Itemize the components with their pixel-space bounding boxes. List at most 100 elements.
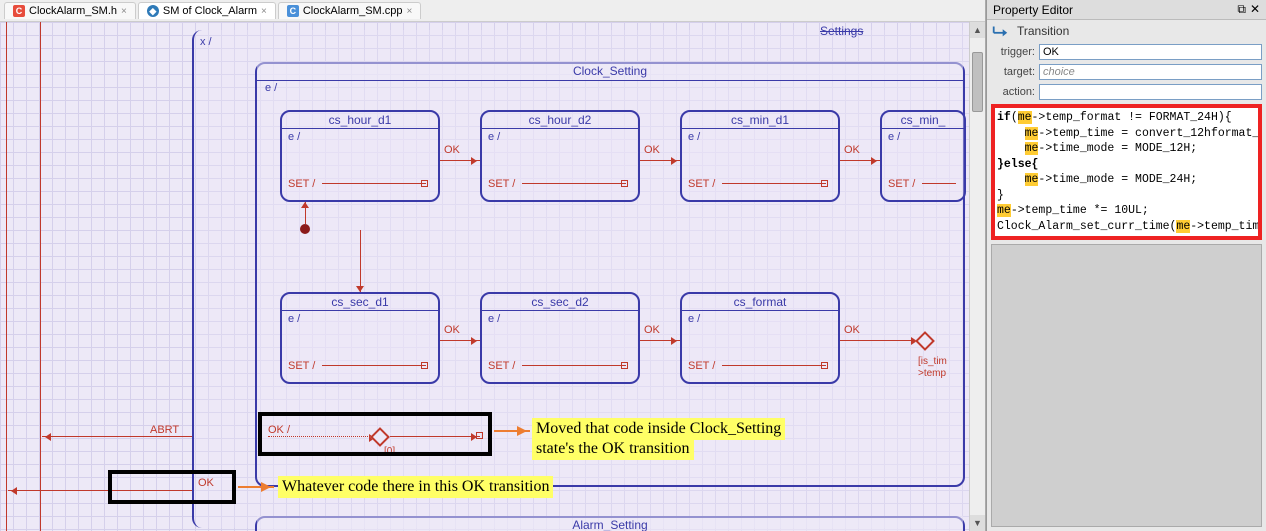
- scroll-up-icon[interactable]: ▲: [970, 22, 985, 38]
- action-label: action:: [991, 86, 1035, 98]
- ok-label: OK: [444, 324, 460, 336]
- set-transition: SET /: [888, 178, 915, 190]
- kind-label: Transition: [1013, 22, 1073, 40]
- entry-label: e /: [482, 311, 638, 327]
- diagram-canvas[interactable]: x / Settings Clock_Setting e / cs_hour_d…: [0, 22, 985, 531]
- state-cs-min-partial[interactable]: cs_min_ e / SET /: [880, 110, 966, 202]
- close-icon[interactable]: ×: [407, 6, 413, 17]
- ok-label: OK: [444, 144, 460, 156]
- cpp-icon: C: [287, 5, 299, 17]
- state-cs-sec-d2[interactable]: cs_sec_d2 e / SET /: [480, 292, 640, 384]
- entry-label: e /: [682, 129, 838, 145]
- transition-icon: [991, 24, 1009, 38]
- entry-label: e /: [482, 129, 638, 145]
- scroll-thumb[interactable]: [972, 52, 983, 112]
- trigger-label: trigger:: [991, 46, 1035, 58]
- c-header-icon: C: [13, 5, 25, 17]
- scroll-down-icon[interactable]: ▼: [970, 515, 985, 531]
- transition-ok[interactable]: [440, 340, 480, 341]
- state-name: cs_min_d1: [682, 112, 838, 129]
- action-row: action:: [987, 82, 1266, 102]
- transition-line: [40, 22, 41, 531]
- state-cs-hour-d1[interactable]: cs_hour_d1 e / SET /: [280, 110, 440, 202]
- target-row: target:: [987, 62, 1266, 82]
- initial-pseudostate[interactable]: [300, 224, 310, 234]
- set-transition: SET /: [488, 360, 515, 372]
- arrowhead-icon: [301, 198, 309, 208]
- kind-row: Transition: [987, 20, 1266, 42]
- annotation-text: state's the OK transition: [532, 438, 694, 460]
- sm-icon: ◆: [147, 5, 159, 17]
- transition-ok[interactable]: [840, 340, 920, 341]
- pin-icon[interactable]: ⧉: [1237, 2, 1246, 17]
- tab-label: ClockAlarm_SM.cpp: [303, 5, 403, 17]
- state-name: cs_sec_d2: [482, 294, 638, 311]
- annotation-box-ok-outer: [108, 470, 236, 504]
- state-title: Clock_Setting: [257, 62, 963, 81]
- set-transition: SET /: [688, 178, 715, 190]
- transition-line: [360, 230, 361, 292]
- transition-ok[interactable]: [440, 160, 480, 161]
- state-cs-min-d1[interactable]: cs_min_d1 e / SET /: [680, 110, 840, 202]
- state-cs-sec-d1[interactable]: cs_sec_d1 e / SET /: [280, 292, 440, 384]
- close-icon[interactable]: ✕: [1250, 2, 1260, 17]
- guard-label: [is_tim: [918, 356, 947, 367]
- transition-abrt[interactable]: [42, 436, 192, 437]
- state-name: cs_sec_d1: [282, 294, 438, 311]
- transition-ok[interactable]: [640, 160, 680, 161]
- state-name: cs_hour_d1: [282, 112, 438, 129]
- annotation-box-ok-inside: [258, 412, 492, 456]
- action-code-box[interactable]: if(me->temp_format != FORMAT_24H){ me->t…: [991, 104, 1262, 240]
- state-name: cs_min_: [882, 112, 964, 129]
- trigger-input[interactable]: [1039, 44, 1262, 60]
- entry-label: e /: [882, 129, 964, 145]
- arrowhead-icon: [356, 286, 364, 296]
- close-icon[interactable]: ×: [121, 6, 127, 17]
- panel-header: Property Editor ⧉ ✕: [987, 0, 1266, 20]
- ok-label: OK: [644, 144, 660, 156]
- ok-label: OK: [844, 144, 860, 156]
- trigger-row: trigger:: [987, 42, 1266, 62]
- state-cs-format[interactable]: cs_format e / SET /: [680, 292, 840, 384]
- entry-label: e /: [282, 311, 438, 327]
- target-label: target:: [991, 66, 1035, 78]
- state-title: Alarm_Setting: [257, 516, 963, 531]
- state-cs-hour-d2[interactable]: cs_hour_d2 e / SET /: [480, 110, 640, 202]
- set-transition: SET /: [688, 360, 715, 372]
- action-input[interactable]: [1039, 84, 1262, 100]
- ok-label: OK: [844, 324, 860, 336]
- close-icon[interactable]: ×: [261, 6, 267, 17]
- annotation-arrow: [494, 430, 530, 432]
- ok-label: OK: [644, 324, 660, 336]
- transition-ok[interactable]: [840, 160, 880, 161]
- app-root: C ClockAlarm_SM.h × ◆ SM of Clock_Alarm …: [0, 0, 1266, 531]
- tab-label: SM of Clock_Alarm: [163, 5, 257, 17]
- panel-title: Property Editor: [993, 3, 1073, 17]
- state-name: cs_hour_d2: [482, 112, 638, 129]
- tab-bar: C ClockAlarm_SM.h × ◆ SM of Clock_Alarm …: [0, 0, 985, 22]
- tab-sm-clock-alarm[interactable]: ◆ SM of Clock_Alarm ×: [138, 2, 276, 19]
- transition-line: [6, 22, 7, 531]
- abrt-label: ABRT: [150, 424, 179, 436]
- state-name: cs_format: [682, 294, 838, 311]
- entry-label: e /: [682, 311, 838, 327]
- tab-label: ClockAlarm_SM.h: [29, 5, 117, 17]
- annotation-arrow: [238, 486, 274, 488]
- set-transition: SET /: [288, 360, 315, 372]
- target-input[interactable]: [1039, 64, 1262, 80]
- tab-clockalarm-cpp[interactable]: C ClockAlarm_SM.cpp ×: [278, 2, 421, 19]
- guard-label: >temp: [918, 368, 946, 379]
- settings-struck-label: Settings: [820, 24, 925, 38]
- annotation-text: Whatever code there in this OK transitio…: [278, 476, 553, 498]
- state-alarm-setting[interactable]: Alarm_Setting: [255, 516, 965, 531]
- empty-area: [991, 244, 1262, 527]
- set-transition: SET /: [288, 178, 315, 190]
- vertical-scrollbar[interactable]: ▲ ▼: [969, 22, 985, 531]
- editor-pane: C ClockAlarm_SM.h × ◆ SM of Clock_Alarm …: [0, 0, 986, 531]
- annotation-text: Moved that code inside Clock_Setting: [532, 418, 785, 440]
- property-editor-panel: Property Editor ⧉ ✕ Transition trigger: …: [986, 0, 1266, 531]
- entry-label: e /: [265, 82, 277, 94]
- tab-clockalarm-h[interactable]: C ClockAlarm_SM.h ×: [4, 2, 136, 19]
- set-transition: SET /: [488, 178, 515, 190]
- transition-ok[interactable]: [640, 340, 680, 341]
